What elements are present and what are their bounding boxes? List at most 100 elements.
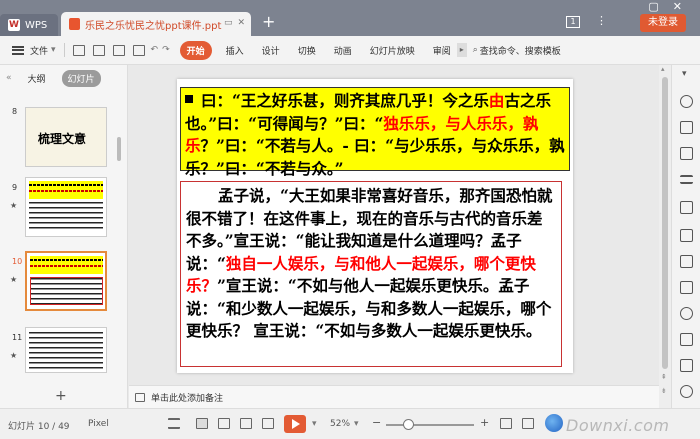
zoom-in-button[interactable]: + (480, 416, 489, 429)
notes-toggle-icon[interactable] (168, 418, 180, 429)
table-icon[interactable] (680, 229, 693, 242)
divider (63, 43, 65, 57)
zoom-out-button[interactable]: − (372, 416, 381, 429)
save-icon[interactable] (92, 44, 105, 56)
slide-thumbnail[interactable] (25, 327, 107, 373)
image-icon[interactable] (680, 359, 693, 372)
scroll-up-icon[interactable]: ▴ (661, 65, 665, 73)
notes-panel-icon[interactable] (680, 333, 693, 346)
tab-insert[interactable]: 插入 (226, 44, 244, 57)
thumbnail-text-line (30, 259, 103, 261)
export-icon[interactable] (132, 44, 145, 56)
translation-text: ”宣王说：“不如与他人一起娱乐更快乐。孟子说：“和少数人一起娱乐，与和多数人一起… (186, 276, 552, 340)
vertical-scrollbar[interactable]: ▴ ⇞ ⇟ (659, 65, 671, 408)
transition-icon[interactable] (680, 255, 693, 268)
slide-number: 10 (12, 257, 23, 266)
slide[interactable]: 曰：“王之好乐甚，则齐其庶几乎！今之乐由古之乐也。”曰：“可得闻与？”曰：“独乐… (177, 79, 573, 373)
grid-view-icon[interactable] (262, 418, 274, 429)
slide-panel: « 大纲 幻灯片 8 梳理文意 9 ★ 10 ★ 11 ★ + (0, 65, 128, 408)
tab-outline[interactable]: 大纲 (22, 70, 52, 87)
notes-bar[interactable]: 单击此处添加备注 (129, 385, 659, 408)
zoom-level[interactable]: 52% (330, 419, 350, 429)
slide-canvas: 曰：“王之好乐甚，则齐其庶几乎！今之乐由古之乐也。”曰：“可得闻与？”曰：“独乐… (129, 65, 659, 385)
panel-header: « 大纲 幻灯片 (0, 65, 127, 91)
zoom-slider-track[interactable] (386, 424, 474, 426)
app-tab-label: WPS (25, 19, 48, 31)
select-icon[interactable] (680, 281, 693, 294)
restore-icon[interactable]: ▢ (648, 0, 658, 13)
watermark-logo-icon (545, 414, 563, 432)
new-tab-button[interactable]: + (262, 13, 275, 31)
shape-icon[interactable] (680, 201, 693, 214)
right-toolbar: ▾ (671, 65, 700, 408)
chevron-up-icon[interactable]: ▾ (682, 69, 687, 79)
redo-icon[interactable]: ↷ (162, 45, 170, 55)
quote-text: 曰：“王之好乐甚，则齐其庶几乎！今之乐 (201, 91, 489, 110)
collapse-panel-icon[interactable]: « (6, 73, 12, 83)
theme-name[interactable]: Pixel (88, 419, 109, 429)
prev-slide-icon[interactable]: ⇞ (661, 373, 667, 381)
menu-icon[interactable] (12, 45, 24, 55)
slide-thumbnail[interactable] (25, 177, 107, 237)
ppt-file-icon (69, 18, 80, 30)
tab-transition[interactable]: 切换 (298, 44, 316, 57)
tab-slideshow[interactable]: 幻灯片放映 (370, 44, 415, 57)
normal-view-icon[interactable] (196, 418, 208, 429)
copy-icon[interactable] (680, 121, 693, 134)
animation-star-icon: ★ (10, 275, 18, 284)
slide-number: 9 (12, 183, 18, 192)
chevron-down-icon[interactable]: ▾ (51, 45, 56, 55)
title-bar: W WPS 乐民之乐忧民之忧ppt课件.ppt ▭ ✕ + 1 ⋮ ▢ ✕ 未登… (0, 0, 700, 36)
slideshow-button[interactable] (284, 415, 306, 433)
thumbnail-text-block (29, 202, 103, 232)
thumbnail-title: 梳理文意 (38, 132, 87, 146)
fullscreen-icon[interactable] (522, 418, 534, 429)
tab-review[interactable]: 审阅 (433, 44, 451, 57)
app-tab-wps[interactable]: W WPS (0, 14, 58, 36)
fit-window-icon[interactable] (500, 418, 512, 429)
screen-icon[interactable]: ▭ (224, 18, 233, 28)
tab-design[interactable]: 设计 (262, 44, 280, 57)
ribbon: 文件 ▾ ↶ ↷ 开始 插入 设计 切换 动画 幻灯片放映 审阅 ▸ ⌕ 查找命… (0, 36, 700, 65)
help-icon[interactable] (680, 385, 693, 398)
close-window-icon[interactable]: ✕ (673, 0, 682, 13)
folder-icon[interactable] (72, 44, 85, 56)
design-icon[interactable] (680, 147, 693, 160)
document-tab[interactable]: 乐民之乐忧民之忧ppt课件.ppt ▭ ✕ (61, 12, 251, 36)
more-menu-icon[interactable]: ⋮ (596, 14, 607, 27)
slideshow-dropdown-icon[interactable]: ▾ (312, 419, 317, 429)
slide-thumbnail-selected[interactable] (25, 251, 107, 311)
play-icon[interactable] (680, 307, 693, 320)
undo-icon[interactable]: ↶ (151, 45, 159, 55)
print-icon[interactable] (112, 44, 125, 56)
scroll-thumb[interactable] (662, 77, 668, 369)
reading-view-icon[interactable] (240, 418, 252, 429)
window-count-badge[interactable]: 1 (566, 16, 580, 28)
panel-scrollbar[interactable] (117, 137, 121, 161)
quote-text: ？”曰：“不若与人。- 曰：“与少乐乐，与众乐乐，孰乐？”曰：“不若与众。” (185, 136, 565, 178)
tab-slides[interactable]: 幻灯片 (61, 69, 101, 87)
command-search[interactable]: 查找命令、搜索模板 (480, 44, 561, 57)
quote-highlight: 由 (488, 91, 505, 110)
sorter-view-icon[interactable] (218, 418, 230, 429)
search-icon[interactable]: ⌕ (473, 45, 478, 55)
file-menu[interactable]: 文件 (30, 44, 48, 57)
next-slide-icon[interactable]: ⇟ (661, 387, 667, 395)
adjust-icon[interactable] (680, 175, 693, 184)
bullet-icon (185, 95, 193, 103)
thumbnail-text-line (29, 184, 103, 186)
tab-animation[interactable]: 动画 (334, 44, 352, 57)
translation-textbox[interactable]: 孟子说，“大王如果非常喜好音乐，那齐国恐怕就很不错了！在这件事上，现在的音乐与古… (180, 181, 562, 367)
slide-thumbnail[interactable]: 梳理文意 (25, 107, 107, 167)
quote-textbox[interactable]: 曰：“王之好乐甚，则齐其庶几乎！今之乐由古之乐也。”曰：“可得闻与？”曰：“独乐… (180, 87, 570, 178)
property-icon[interactable] (680, 95, 693, 108)
tab-start[interactable]: 开始 (179, 40, 212, 60)
add-slide-button[interactable]: + (55, 388, 67, 404)
zoom-dropdown-icon[interactable]: ▾ (354, 419, 359, 429)
notes-placeholder[interactable]: 单击此处添加备注 (151, 391, 223, 404)
login-button[interactable]: 未登录 (640, 14, 686, 32)
ribbon-scroll-right-icon[interactable]: ▸ (456, 43, 467, 57)
zoom-slider-handle[interactable] (403, 419, 414, 430)
thumbnail-text-line (29, 190, 103, 192)
close-tab-icon[interactable]: ✕ (237, 18, 245, 28)
